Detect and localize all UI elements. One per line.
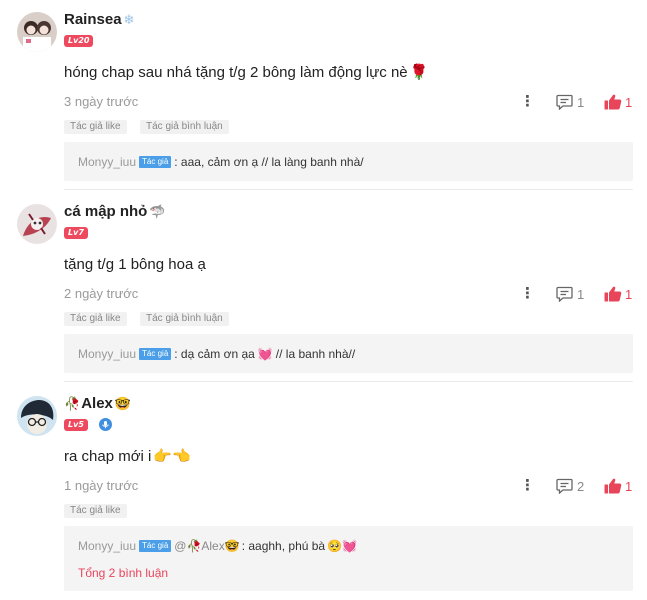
author-like-tag: Tác giả like — [64, 504, 127, 518]
reply-line: Monyy_iuu Tác giả : aaa, cảm ơn ạ // la … — [78, 153, 364, 171]
view-all-replies-link[interactable]: Tổng 2 bình luận — [78, 565, 168, 581]
author-reply-tag: Tác giả bình luận — [140, 312, 229, 326]
timestamp: 2 ngày trước — [64, 286, 139, 301]
reply-line: Monyy_iuu Tác giả : dạ cảm ơn ạa 💓 // la… — [78, 345, 355, 363]
username[interactable]: cá mập nhỏ 🦈 — [64, 203, 166, 221]
reply-text: : aaa, cảm ơn ạ // la làng banh nhà/ — [174, 155, 364, 169]
timestamp: 1 ngày trước — [64, 478, 139, 493]
avatar[interactable] — [17, 396, 57, 436]
comment-text: ra chap mới i 👉👈 — [64, 448, 191, 465]
reply-preview[interactable]: Monyy_iuu Tác giả @🥀Alex🤓 : aaghh, phú b… — [64, 526, 633, 591]
reply-preview[interactable]: Monyy_iuu Tác giả : aaa, cảm ơn ạ // la … — [64, 142, 633, 181]
like-count: 1 — [625, 478, 633, 494]
author-badge: Tác giả — [139, 348, 172, 360]
snow-icon: ❄ — [123, 12, 135, 27]
author-reply-tag: Tác giả bình luận — [140, 120, 229, 134]
more-options-icon[interactable]: ⋮ — [520, 285, 535, 303]
like-button[interactable]: 1 — [604, 477, 632, 495]
wilted-rose-icon: 🥀 — [64, 396, 81, 411]
thumbs-up-icon — [604, 94, 622, 110]
author-badge: Tác giả — [139, 156, 172, 168]
like-button[interactable]: 1 — [604, 285, 632, 303]
reply-preview[interactable]: Monyy_iuu Tác giả : dạ cảm ơn ạa 💓 // la… — [64, 334, 633, 373]
avatar[interactable] — [17, 204, 57, 244]
reply-author[interactable]: Monyy_iuu — [78, 537, 136, 555]
reply-count: 2 — [577, 478, 585, 494]
comment-item: Rainsea ❄ Lv20 hóng chap sau nhá tặng t/g… — [0, 0, 647, 190]
avatar[interactable] — [17, 12, 57, 52]
author-like-tag: Tác giả like — [64, 312, 127, 326]
reply-text-end: // la banh nhà// — [275, 347, 356, 361]
comment-icon — [556, 94, 573, 110]
author-badge: Tác giả — [139, 540, 172, 552]
shark-icon: 🦈 — [149, 204, 166, 219]
comment-icon — [556, 286, 573, 302]
username[interactable]: Rainsea ❄ — [64, 11, 134, 29]
reply-button[interactable]: 1 — [556, 285, 584, 303]
reply-text: : dạ cảm ơn ạa — [174, 347, 255, 361]
like-button[interactable]: 1 — [604, 93, 632, 111]
thumbs-up-icon — [604, 286, 622, 302]
comment-item: 🥀Alex 🤓 Lv5 ra chap mới i 👉👈 1 ngày trước … — [0, 382, 647, 600]
reply-button[interactable]: 2 — [556, 477, 584, 495]
reply-button[interactable]: 1 — [556, 93, 584, 111]
like-count: 1 — [625, 94, 633, 110]
reply-author[interactable]: Monyy_iuu — [78, 153, 136, 171]
comment-icon — [556, 478, 573, 494]
comment-text: hóng chap sau nhá tặng t/g 2 bông làm độ… — [64, 64, 429, 81]
pleading-heart-icon: 🥺💓 — [327, 539, 357, 553]
level-badge: Lv20 — [64, 35, 94, 47]
comment-text: tặng t/g 1 bông hoa ạ — [64, 256, 206, 273]
level-badge: Lv5 — [64, 419, 88, 431]
heart-icon: 💓 — [257, 347, 273, 361]
username[interactable]: 🥀Alex 🤓 — [64, 395, 131, 413]
reply-author[interactable]: Monyy_iuu — [78, 345, 136, 363]
comment-item: cá mập nhỏ 🦈 Lv7 tặng t/g 1 bông hoa ạ 2 … — [0, 190, 647, 382]
mention[interactable]: @🥀Alex🤓 — [174, 537, 239, 555]
microphone-badge-icon — [99, 418, 112, 431]
reply-count: 1 — [577, 94, 585, 110]
timestamp: 3 ngày trước — [64, 94, 139, 109]
author-like-tag: Tác giả like — [64, 120, 127, 134]
nerd-face-icon: 🤓 — [114, 396, 132, 411]
more-options-icon[interactable]: ⋮ — [520, 93, 535, 111]
more-options-icon[interactable]: ⋮ — [520, 477, 535, 495]
thumbs-up-icon — [604, 478, 622, 494]
pointing-fingers-icon: 👉👈 — [153, 448, 191, 465]
rose-icon: 🌹 — [409, 64, 429, 81]
level-badge: Lv7 — [64, 227, 88, 239]
reply-text: : aaghh, phú bà — [241, 539, 326, 553]
like-count: 1 — [625, 286, 633, 302]
reply-line: Monyy_iuu Tác giả @🥀Alex🤓 : aaghh, phú b… — [78, 537, 357, 555]
reply-count: 1 — [577, 286, 585, 302]
